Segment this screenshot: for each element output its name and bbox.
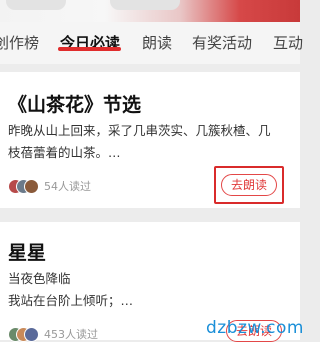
annotation-highlight-box (214, 166, 284, 204)
avatar (24, 179, 39, 194)
active-tab-indicator (58, 47, 121, 51)
site-watermark: dzbzw.com (206, 318, 304, 338)
article-excerpt-line: 昨晚从山上回来，采了几串茨实、几簇秋楂、几 (8, 123, 271, 138)
reader-avatars (8, 179, 39, 194)
article-excerpt-line: 我站在台阶上倾听；… (8, 293, 134, 308)
article-excerpt-line: 当夜色降临 (8, 271, 71, 286)
article-title[interactable]: 星星 (8, 238, 46, 265)
reader-meta: 54人读过 (8, 178, 91, 194)
reader-avatars (8, 327, 39, 342)
article-excerpt-line: 枝蓓蕾着的山茶。… (8, 145, 121, 160)
tab-reward-activities[interactable]: 有奖活动 (192, 32, 252, 53)
tab-recitation[interactable]: 朗读 (142, 32, 172, 53)
tab-interaction[interactable]: 互动 (273, 32, 303, 53)
article-title[interactable]: 《山茶花》节选 (8, 90, 141, 117)
tab-bar: 创作榜 今日必读 朗读 有奖活动 互动 (0, 22, 303, 64)
tab-creation-ranking[interactable]: 创作榜 (0, 32, 39, 53)
top-banner[interactable] (0, 0, 300, 22)
read-count: 54人读过 (44, 180, 91, 193)
